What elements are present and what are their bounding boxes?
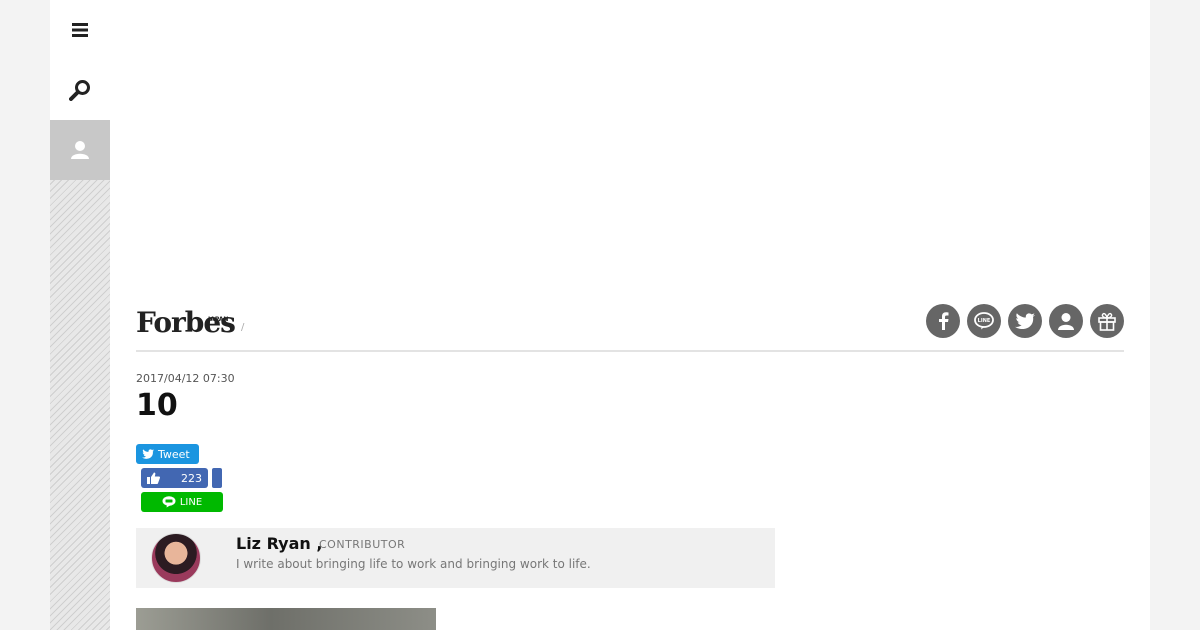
tweet-button[interactable]: Tweet: [136, 444, 199, 464]
svg-text:LINE: LINE: [978, 318, 991, 324]
breadcrumb-separator: /: [241, 322, 245, 333]
account-button[interactable]: [50, 120, 110, 180]
line-share-button[interactable]: LINE: [141, 492, 223, 512]
publish-date: 2017/04/12 07:30: [136, 372, 235, 385]
author-avatar[interactable]: [151, 533, 201, 583]
profile-link[interactable]: [1049, 304, 1083, 338]
hero-image: [136, 608, 436, 630]
article-title: 10: [136, 388, 178, 423]
like-share-tab[interactable]: [212, 468, 222, 488]
facebook-icon: [939, 312, 949, 330]
line-icon: [162, 496, 176, 508]
twitter-link[interactable]: [1008, 304, 1042, 338]
gift-link[interactable]: [1090, 304, 1124, 338]
side-rail: [50, 0, 110, 630]
search-icon: [69, 80, 90, 101]
hamburger-menu-icon: [72, 23, 88, 37]
social-links: LINE: [926, 304, 1124, 338]
forbes-japan-logo[interactable]: Forbes JAPAN: [136, 306, 236, 339]
author-card: Liz Ryan , CONTRIBUTOR I write about bri…: [136, 528, 775, 588]
user-icon: [71, 141, 89, 159]
author-role: CONTRIBUTOR: [319, 538, 406, 551]
like-count: 223: [181, 471, 202, 485]
thumbs-up-icon: [147, 472, 160, 484]
user-icon: [1058, 313, 1074, 330]
facebook-like-button[interactable]: 223: [141, 468, 208, 488]
tweet-label: Tweet: [158, 447, 190, 461]
page: Forbes JAPAN / LINE 2017/04/12 07:30 10 …: [50, 0, 1150, 630]
main-content: Forbes JAPAN / LINE 2017/04/12 07:30 10 …: [136, 0, 1124, 630]
facebook-link[interactable]: [926, 304, 960, 338]
twitter-icon: [142, 449, 154, 459]
author-bio: I write about bringing life to work and …: [236, 557, 591, 571]
line-label: LINE: [179, 496, 203, 508]
line-icon: LINE: [974, 312, 994, 330]
author-name[interactable]: Liz Ryan ,: [236, 534, 322, 553]
line-link[interactable]: LINE: [967, 304, 1001, 338]
menu-button[interactable]: [50, 0, 110, 60]
gift-icon: [1098, 312, 1116, 331]
masthead: Forbes JAPAN / LINE: [136, 300, 1124, 352]
search-button[interactable]: [50, 60, 110, 120]
twitter-icon: [1015, 313, 1035, 329]
logo-sub: JAPAN: [208, 316, 229, 323]
